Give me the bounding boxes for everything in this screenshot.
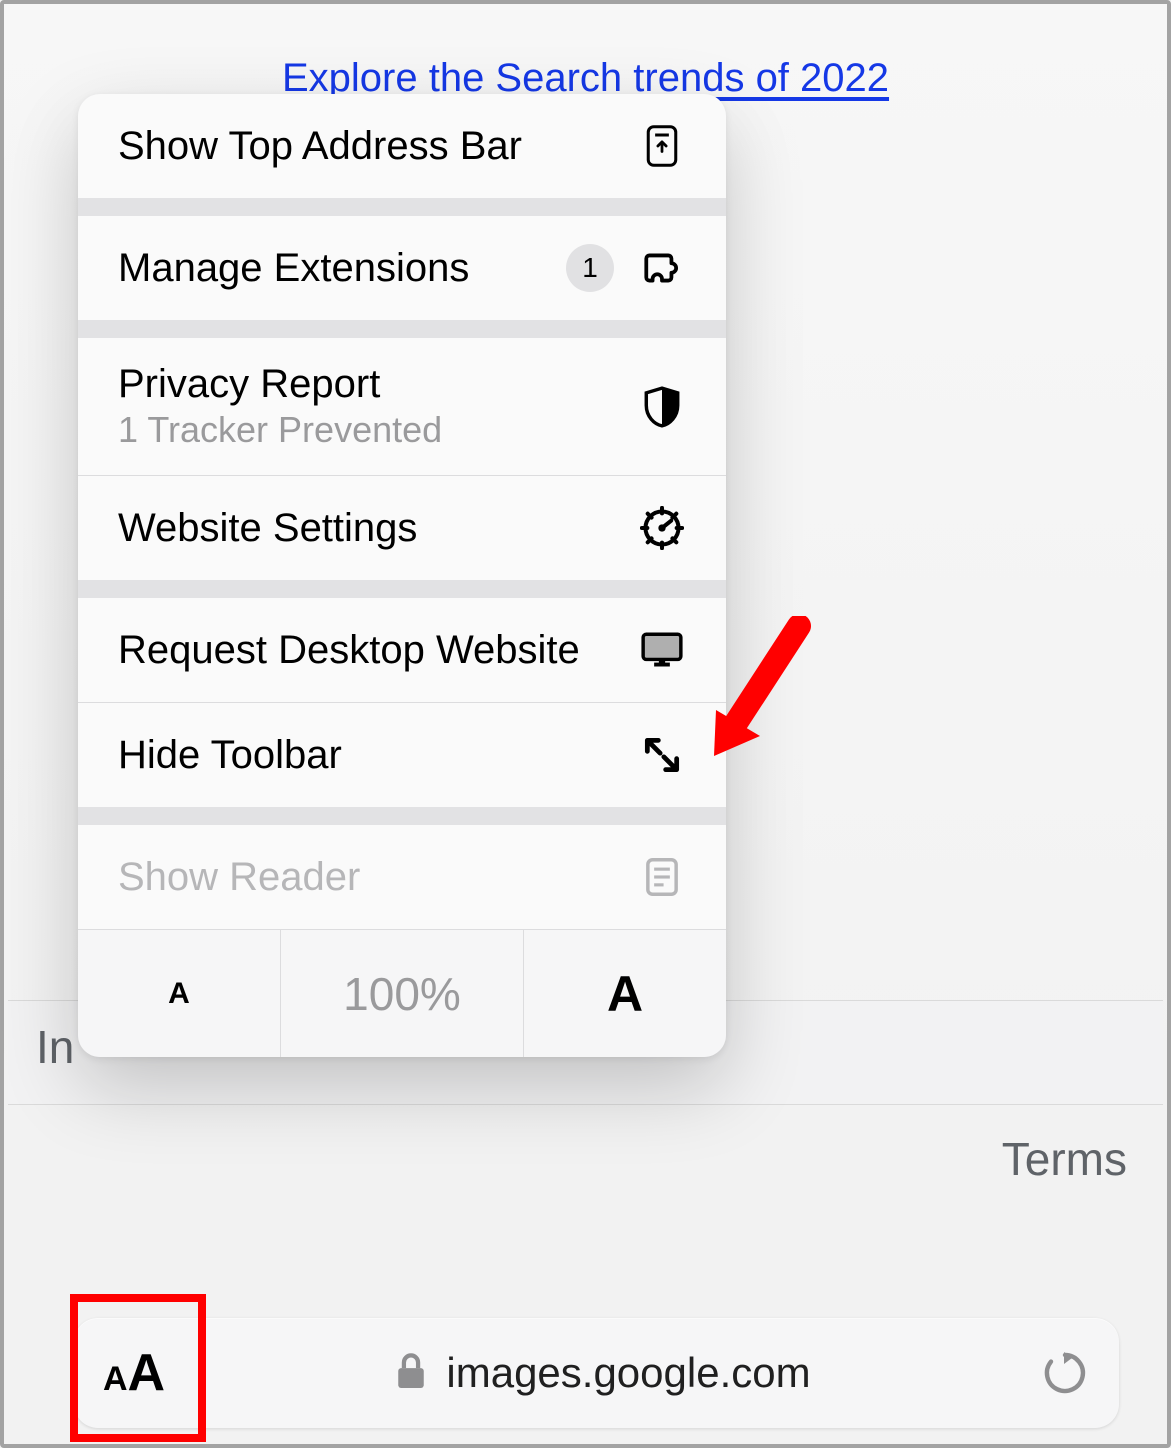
menu-item-label: Website Settings: [118, 506, 417, 551]
menu-privacy-report[interactable]: Privacy Report 1 Tracker Prevented: [78, 338, 726, 475]
text-size-smaller[interactable]: A: [78, 930, 281, 1057]
menu-item-label: Show Top Address Bar: [118, 124, 522, 169]
annotation-highlight-box: [70, 1294, 206, 1442]
menu-item-label: Show Reader: [118, 855, 360, 900]
menu-item-label: Privacy Report: [118, 362, 442, 407]
text-size-larger[interactable]: A: [524, 930, 726, 1057]
menu-website-settings[interactable]: Website Settings: [78, 476, 726, 580]
text-size-row: A 100% A: [78, 929, 726, 1057]
menu-item-label: Hide Toolbar: [118, 733, 342, 778]
footer-terms-link[interactable]: Terms: [1002, 1132, 1127, 1186]
menu-item-label: Request Desktop Website: [118, 628, 580, 673]
menu-show-reader: Show Reader: [78, 825, 726, 929]
text-size-percent[interactable]: 100%: [281, 930, 524, 1057]
address-field[interactable]: images.google.com: [194, 1349, 1011, 1397]
footer-left-label: In: [36, 1020, 74, 1074]
reader-icon: [638, 853, 686, 901]
menu-manage-extensions[interactable]: Manage Extensions 1: [78, 216, 726, 320]
reload-icon: [1041, 1349, 1089, 1397]
address-bar[interactable]: AA images.google.com: [74, 1318, 1119, 1428]
extension-count-badge: 1: [566, 244, 614, 292]
expand-arrows-icon: [638, 731, 686, 779]
shield-icon: [638, 383, 686, 431]
desktop-icon: [638, 626, 686, 674]
page-settings-menu: Show Top Address Bar Manage Extensions 1: [78, 94, 726, 1057]
gear-icon: [638, 504, 686, 552]
address-domain: images.google.com: [446, 1349, 810, 1397]
reload-button[interactable]: [1011, 1318, 1119, 1428]
lock-icon: [394, 1351, 428, 1396]
privacy-subtitle: 1 Tracker Prevented: [118, 409, 442, 451]
puzzle-icon: [638, 244, 686, 292]
address-bar-top-icon: [638, 122, 686, 170]
menu-request-desktop-website[interactable]: Request Desktop Website: [78, 598, 726, 702]
menu-show-top-address-bar[interactable]: Show Top Address Bar: [78, 94, 726, 198]
menu-item-label: Manage Extensions: [118, 246, 469, 291]
menu-hide-toolbar[interactable]: Hide Toolbar: [78, 703, 726, 807]
